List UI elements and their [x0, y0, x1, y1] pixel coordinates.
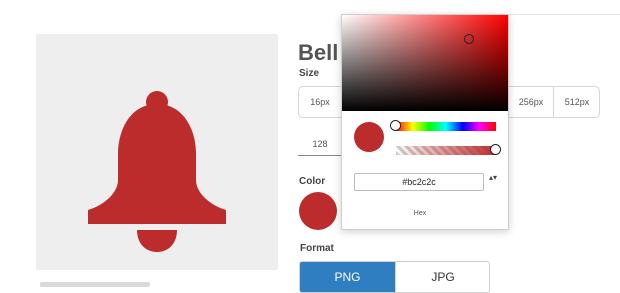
size-option-512[interactable]: 512px [553, 87, 600, 117]
format-selector: PNG JPG [299, 261, 490, 293]
saturation-value-area[interactable] [342, 15, 508, 111]
size-option-16[interactable]: 16px [299, 87, 341, 117]
size-label: Size [299, 68, 320, 79]
alpha-slider[interactable] [396, 146, 496, 155]
saturation-handle[interactable] [464, 34, 474, 44]
picker-color-preview [354, 122, 384, 152]
color-label: Color [299, 176, 326, 187]
hue-slider-handle[interactable] [390, 120, 401, 131]
size-option-256[interactable]: 256px [507, 87, 554, 117]
alpha-slider-handle[interactable] [490, 144, 501, 155]
color-swatch-button[interactable] [299, 192, 337, 230]
format-png-button[interactable]: PNG [300, 262, 395, 292]
hex-mode-label: Hex [413, 210, 427, 217]
hue-slider[interactable] [396, 122, 496, 131]
format-jpg-button[interactable]: JPG [395, 262, 489, 292]
bell-icon [88, 91, 226, 252]
hex-input[interactable] [354, 173, 484, 191]
size-tab-custom[interactable]: 128 [298, 139, 342, 156]
format-label: Format [300, 243, 334, 254]
header-divider [508, 14, 620, 15]
icon-preview [36, 34, 278, 270]
page-title: Bell [298, 40, 339, 65]
color-picker-popup: ▴▾ Hex [341, 14, 509, 230]
preview-caption [40, 282, 150, 287]
mode-toggle-icon[interactable]: ▴▾ [487, 173, 499, 191]
